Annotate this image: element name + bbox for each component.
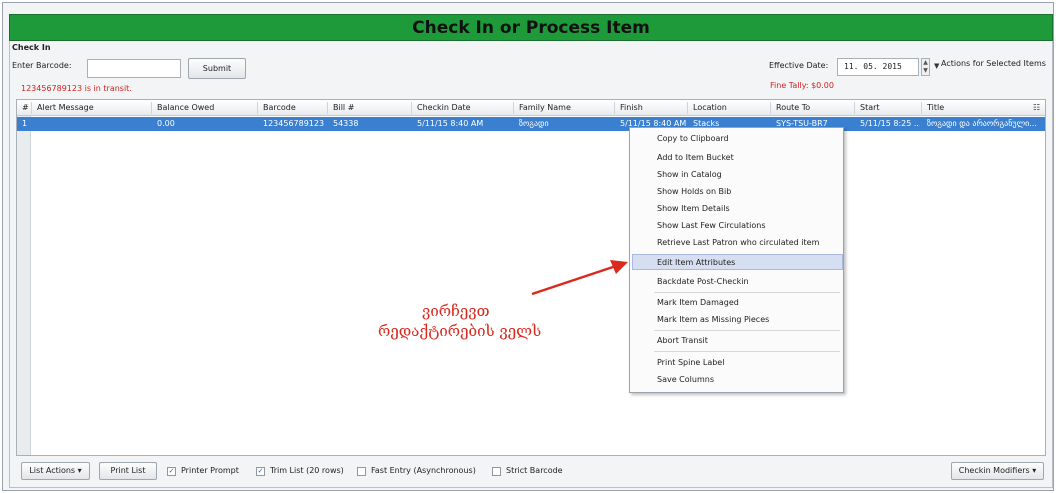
cell-start: 5/11/15 8:25 ... <box>860 119 920 128</box>
col-separator <box>257 102 258 114</box>
col-header-barcode[interactable]: Barcode <box>263 103 296 112</box>
col-header-finish[interactable]: Finish <box>620 103 643 112</box>
col-separator <box>854 102 855 114</box>
annotation-line-1: ვირჩევთ <box>422 302 490 320</box>
col-header-checkin-date[interactable]: Checkin Date <box>417 103 471 112</box>
trim-list-checkbox[interactable]: ✓ <box>256 467 265 476</box>
col-header-location[interactable]: Location <box>693 103 727 112</box>
cell-bill: 54338 <box>333 119 359 128</box>
col-separator <box>921 102 922 114</box>
menu-separator <box>654 330 840 331</box>
print-list-button[interactable]: Print List <box>99 462 157 480</box>
effective-date-label: Effective Date: <box>769 61 829 70</box>
cell-family-name: ზოგადი <box>519 119 549 128</box>
fast-entry-label: Fast Entry (Asynchronous) <box>371 466 476 475</box>
date-dropdown-icon[interactable]: ▼ <box>934 62 939 70</box>
cell-balance: 0.00 <box>157 119 175 128</box>
col-separator <box>31 102 32 114</box>
dropdown-caret-icon: ▾ <box>1032 466 1037 475</box>
menu-item-copy-to-clipboard[interactable]: Copy to Clipboard <box>657 134 729 143</box>
barcode-label: Enter Barcode: <box>12 61 72 70</box>
column-picker-icon[interactable]: ☷ <box>1033 103 1040 112</box>
menu-item-show-item-details[interactable]: Show Item Details <box>657 204 730 213</box>
menu-item-show-holds-on-bib[interactable]: Show Holds on Bib <box>657 187 731 196</box>
page-title: Check In or Process Item <box>412 18 650 38</box>
checkin-modifiers-button[interactable]: Checkin Modifiers ▾ <box>951 462 1044 480</box>
submit-button[interactable]: Submit <box>188 58 246 79</box>
checkin-heading: Check In <box>12 43 51 52</box>
transit-message: 123456789123 is in transit. <box>21 84 132 93</box>
col-header-start[interactable]: Start <box>860 103 880 112</box>
effective-date-field[interactable]: 11. 05. 2015 <box>837 58 919 76</box>
menu-separator <box>654 292 840 293</box>
cell-barcode: 123456789123 <box>263 119 325 128</box>
col-separator <box>770 102 771 114</box>
checkin-modifiers-label: Checkin Modifiers <box>958 466 1030 475</box>
annotation-line-2: რედაქტირების ველს <box>378 322 542 340</box>
strict-barcode-label: Strict Barcode <box>506 466 563 475</box>
list-actions-label: List Actions <box>29 466 76 475</box>
col-header-bill[interactable]: Bill # <box>333 103 354 112</box>
barcode-input[interactable] <box>87 59 181 78</box>
col-separator <box>513 102 514 114</box>
trim-list-label: Trim List (20 rows) <box>270 466 344 475</box>
row-gutter <box>17 100 31 455</box>
menu-item-retrieve-last-patron[interactable]: Retrieve Last Patron who circulated item <box>657 238 819 247</box>
menu-item-mark-missing-pieces[interactable]: Mark Item as Missing Pieces <box>657 315 769 324</box>
list-actions-button[interactable]: List Actions ▾ <box>21 462 90 480</box>
menu-separator <box>654 351 840 352</box>
menu-item-backdate-post-checkin[interactable]: Backdate Post-Checkin <box>657 277 749 286</box>
cell-num: 1 <box>22 119 28 128</box>
col-separator <box>687 102 688 114</box>
actions-for-selected-button[interactable]: Actions for Selected Items <box>941 59 1046 68</box>
title-bar: Check In or Process Item <box>9 14 1053 41</box>
printer-prompt-label: Printer Prompt <box>181 466 239 475</box>
date-spinner[interactable]: ▲ ▼ <box>921 58 930 76</box>
menu-item-mark-item-damaged[interactable]: Mark Item Damaged <box>657 298 739 307</box>
col-header-route-to[interactable]: Route To <box>776 103 810 112</box>
menu-item-abort-transit[interactable]: Abort Transit <box>657 336 708 345</box>
fine-tally: Fine Tally: $0.00 <box>770 81 834 90</box>
col-separator <box>327 102 328 114</box>
menu-item-show-last-few-circulations[interactable]: Show Last Few Circulations <box>657 221 766 230</box>
col-header-balance[interactable]: Balance Owed <box>157 103 214 112</box>
grid-header: # Alert Message Balance Owed Barcode Bil… <box>17 100 1045 116</box>
col-header-title[interactable]: Title <box>927 103 944 112</box>
col-header-alert[interactable]: Alert Message <box>37 103 94 112</box>
fast-entry-checkbox[interactable] <box>357 467 366 476</box>
menu-item-show-in-catalog[interactable]: Show in Catalog <box>657 170 722 179</box>
dropdown-caret-icon: ▾ <box>77 466 82 475</box>
menu-item-add-to-item-bucket[interactable]: Add to Item Bucket <box>657 153 734 162</box>
annotation-arrow-icon <box>531 260 628 296</box>
menu-item-print-spine-label[interactable]: Print Spine Label <box>657 358 724 367</box>
printer-prompt-checkbox[interactable]: ✓ <box>167 467 176 476</box>
col-header-family-name[interactable]: Family Name <box>519 103 571 112</box>
col-separator <box>411 102 412 114</box>
col-header-num[interactable]: # <box>22 103 29 112</box>
cell-checkin-date: 5/11/15 8:40 AM <box>417 119 484 128</box>
col-separator <box>614 102 615 114</box>
menu-item-edit-item-attributes[interactable]: Edit Item Attributes <box>657 258 735 267</box>
context-menu: Copy to Clipboard Add to Item Bucket Sho… <box>629 127 844 393</box>
cell-title: ზოგადი და არაორგანული... <box>927 119 1037 128</box>
col-separator <box>151 102 152 114</box>
menu-item-save-columns[interactable]: Save Columns <box>657 375 714 384</box>
strict-barcode-checkbox[interactable] <box>492 467 501 476</box>
